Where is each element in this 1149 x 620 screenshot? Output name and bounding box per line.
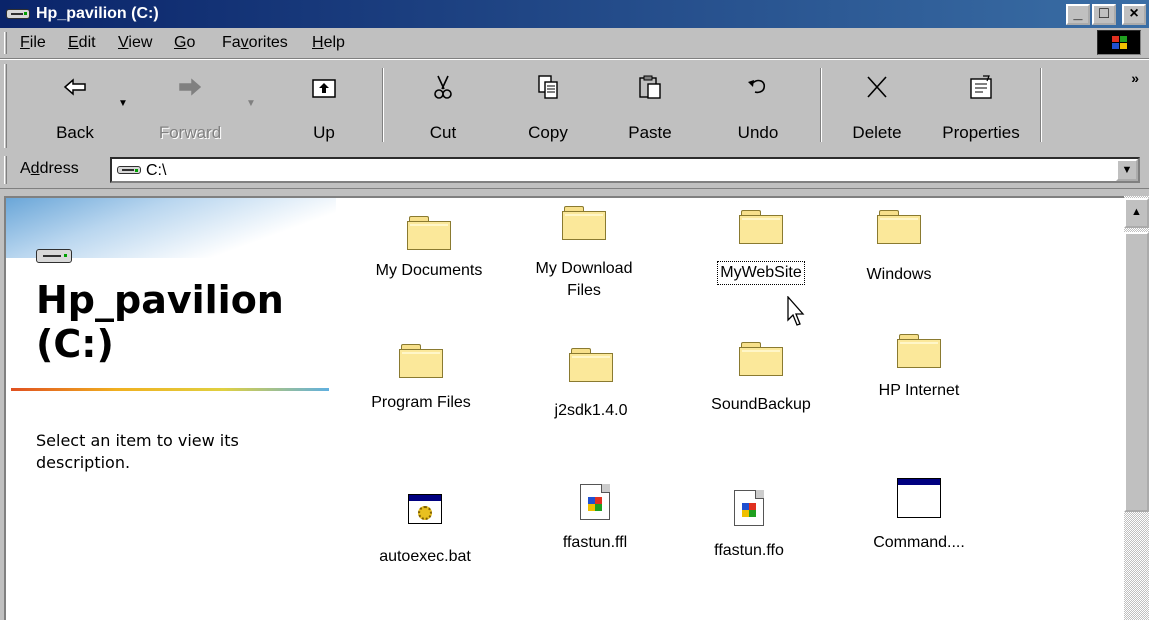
back-button[interactable]: Back — [40, 60, 110, 150]
address-grip[interactable] — [4, 156, 7, 184]
scroll-thumb[interactable] — [1124, 232, 1149, 512]
copy-label: Copy — [528, 123, 568, 142]
address-label: Address — [20, 160, 79, 177]
menu-go[interactable]: Go — [174, 34, 195, 52]
file-item[interactable]: ffastun.ffo — [674, 490, 824, 562]
delete-button[interactable]: Delete — [838, 60, 916, 150]
undo-button[interactable]: Undo — [718, 60, 798, 150]
undo-icon — [748, 79, 766, 94]
menu-help[interactable]: Help — [312, 34, 345, 52]
scroll-up-button[interactable]: ▲ — [1124, 198, 1149, 228]
scissors-icon — [434, 75, 452, 99]
paste-button[interactable]: Paste — [610, 60, 690, 150]
folder-item[interactable]: Windows — [824, 210, 974, 286]
menu-grip[interactable] — [4, 32, 7, 54]
copy-icon — [538, 75, 558, 99]
back-arrow-icon — [63, 78, 86, 96]
cut-button[interactable]: Cut — [408, 60, 478, 150]
hard-drive-icon — [117, 163, 141, 177]
address-dropdown-button[interactable]: ▼ — [1116, 159, 1138, 181]
batch-file-icon — [408, 494, 442, 524]
delete-label: Delete — [852, 123, 902, 142]
up-folder-icon — [312, 79, 336, 98]
file-item[interactable]: autoexec.bat — [350, 494, 500, 568]
windows-document-icon — [734, 490, 764, 526]
forward-label: Forward — [158, 123, 222, 142]
address-input[interactable]: C:\ ▼ — [110, 157, 1140, 183]
back-dropdown-icon[interactable]: ▼ — [118, 98, 128, 109]
panel-description: Select an item to view its description. — [36, 431, 239, 472]
folder-icon — [399, 344, 443, 378]
folder-icon — [562, 206, 606, 240]
folder-icon — [739, 342, 783, 376]
folder-icon — [739, 210, 783, 244]
minimize-button[interactable]: _ — [1066, 4, 1090, 25]
hard-drive-icon — [36, 246, 72, 266]
address-value: C:\ — [146, 162, 167, 179]
standard-toolbar: Back ▼ Forward ▼ Up Cut Copy Paste Undo … — [0, 59, 1149, 153]
mouse-cursor-icon — [787, 296, 805, 326]
forward-dropdown-icon[interactable]: ▼ — [246, 98, 256, 109]
panel-divider — [11, 388, 329, 391]
folder-icon — [569, 348, 613, 382]
paste-label: Paste — [628, 123, 672, 142]
folder-icon — [897, 334, 941, 368]
window-title: Hp_pavilion (C:) — [36, 5, 159, 22]
folder-item[interactable]: SoundBackup — [686, 342, 836, 416]
forward-button[interactable]: Forward — [140, 60, 240, 150]
program-window-icon — [897, 478, 941, 518]
file-item[interactable]: ffastun.ffl — [520, 484, 670, 554]
up-button[interactable]: Up — [284, 60, 364, 150]
address-bar: Address C:\ ▼ — [0, 152, 1149, 189]
menu-bar: File Edit View Go Favorites Help — [0, 28, 1149, 59]
menu-view[interactable]: View — [118, 34, 152, 52]
folder-item[interactable]: My Download Files — [510, 206, 658, 302]
open-folder-icon — [407, 216, 451, 250]
menu-favorites[interactable]: Favorites — [222, 34, 288, 52]
toolbar-chevron-icon[interactable]: » — [1131, 70, 1139, 86]
folder-item[interactable]: Program Files — [346, 344, 496, 414]
folder-view[interactable]: Hp_pavilion (C:) Select an item to view … — [4, 196, 1124, 620]
back-label: Back — [56, 123, 94, 142]
windows-document-icon — [580, 484, 610, 520]
folder-item[interactable]: j2sdk1.4.0 — [516, 348, 666, 422]
windows-logo-icon — [1097, 30, 1141, 55]
hard-drive-icon — [6, 6, 30, 22]
delete-x-icon — [867, 76, 887, 98]
properties-icon — [970, 75, 992, 99]
toolbar-separator — [1040, 68, 1042, 142]
properties-button[interactable]: Properties — [930, 60, 1032, 150]
paste-icon — [639, 75, 661, 99]
vertical-scrollbar[interactable]: ▲ — [1124, 196, 1149, 620]
panel-title: Hp_pavilion (C:) — [36, 278, 284, 366]
webview-info-panel: Hp_pavilion (C:) Select an item to view … — [6, 198, 336, 620]
close-button[interactable]: × — [1122, 4, 1146, 25]
up-label: Up — [313, 123, 335, 142]
folder-item[interactable]: HP Internet — [844, 334, 994, 402]
toolbar-grip[interactable] — [4, 64, 7, 148]
toolbar-separator — [820, 68, 822, 142]
undo-label: Undo — [737, 123, 779, 142]
forward-arrow-icon — [179, 78, 202, 96]
folder-icon — [877, 210, 921, 244]
cut-label: Cut — [429, 123, 457, 142]
file-item[interactable]: Command.... — [844, 478, 994, 554]
menu-file[interactable]: File — [20, 34, 46, 52]
title-bar[interactable]: Hp_pavilion (C:) _ □ × — [0, 0, 1149, 28]
properties-label: Properties — [942, 123, 1020, 142]
toolbar-separator — [382, 68, 384, 142]
copy-button[interactable]: Copy — [508, 60, 588, 150]
menu-edit[interactable]: Edit — [68, 34, 96, 52]
folder-item[interactable]: MyWebSite — [686, 210, 836, 285]
maximize-button[interactable]: □ — [1092, 4, 1116, 25]
folder-item[interactable]: My Documents — [354, 216, 504, 282]
